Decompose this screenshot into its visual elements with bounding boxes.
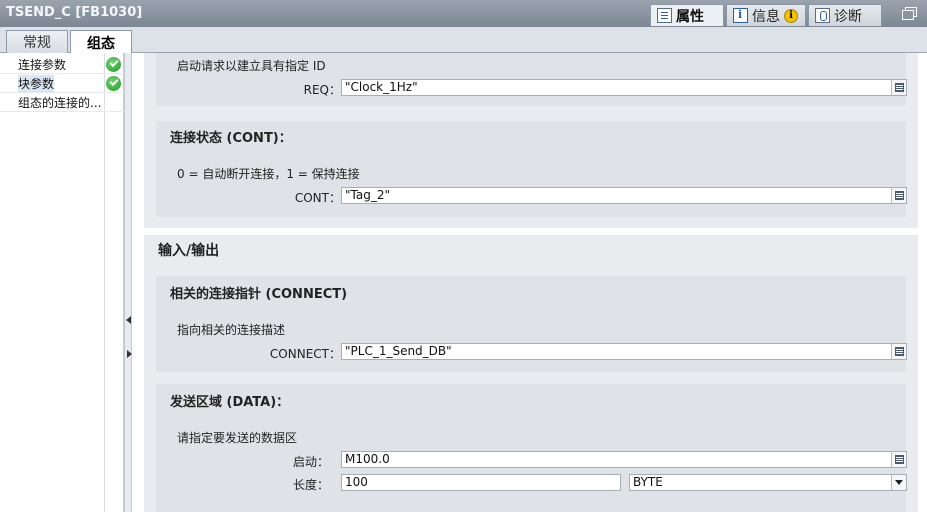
connect-description: 指向相关的连接描述 — [177, 323, 286, 337]
io-section-title: 输入/输出 — [158, 243, 220, 259]
tab-diagnostics[interactable]: 诊断 — [808, 4, 882, 26]
length-field-value: 100 — [345, 475, 368, 489]
cont-card: 连接状态 (CONT)： 0 = 自动断开连接，1 = 保持连接 CONT： "… — [156, 121, 907, 217]
nav-item-connection-params[interactable]: 连接参数 — [0, 55, 124, 74]
req-card: 启动请求以建立具有指定 ID REQ： "Clock_1Hz" — [156, 53, 907, 106]
length-field[interactable]: 100 — [341, 474, 621, 491]
req-field-value: "Clock_1Hz" — [345, 80, 418, 94]
io-panel: 输入/输出 相关的连接指针 (CONNECT) 指向相关的连接描述 CONNEC… — [144, 235, 918, 512]
cont-field[interactable]: "Tag_2" — [341, 187, 907, 204]
req-description: 启动请求以建立具有指定 ID — [177, 59, 326, 73]
tab-properties-label: 属性 — [676, 8, 704, 25]
check-ok-icon — [106, 76, 121, 91]
connect-field[interactable]: "PLC_1_Send_DB" — [341, 343, 907, 360]
diagnostics-icon — [815, 8, 830, 23]
browse-icon[interactable] — [891, 344, 906, 359]
browse-icon[interactable] — [891, 188, 906, 203]
data-title: 发送区域 (DATA)： — [170, 395, 290, 410]
start-field[interactable]: M100.0 — [341, 451, 907, 468]
info-badge-icon: i — [784, 8, 798, 23]
nav-item-label: 组态的连接的... — [18, 95, 102, 110]
tab-info[interactable]: 信息 i — [726, 4, 806, 26]
req-field[interactable]: "Clock_1Hz" — [341, 79, 907, 96]
splitter[interactable] — [124, 53, 132, 512]
chevron-down-icon[interactable] — [891, 475, 906, 490]
data-description: 请指定要发送的数据区 — [177, 431, 298, 445]
tab-configuration[interactable]: 组态 — [70, 30, 132, 54]
start-label: 启动： — [292, 455, 329, 469]
info-icon — [733, 8, 748, 23]
window-title: TSEND_C [FB1030] — [6, 5, 143, 20]
type-select-value: BYTE — [633, 475, 663, 489]
nav-item-label: 连接参数 — [18, 57, 67, 72]
nav-item-configured-connections[interactable]: 组态的连接的... — [0, 93, 124, 112]
nav-divider — [104, 53, 105, 512]
data-card: 发送区域 (DATA)： 请指定要发送的数据区 启动： M100.0 长度： 1… — [156, 384, 907, 512]
connect-card: 相关的连接指针 (CONNECT) 指向相关的连接描述 CONNECT： "PL… — [156, 276, 907, 372]
inspector-tabstrip: 常规 组态 — [0, 27, 927, 54]
tab-properties[interactable]: 属性 — [650, 4, 724, 26]
connect-field-value: "PLC_1_Send_DB" — [345, 344, 452, 358]
cont-title: 连接状态 (CONT)： — [170, 131, 292, 146]
title-bar: TSEND_C [FB1030] 属性 信息 i 诊断 — [0, 0, 927, 27]
browse-icon[interactable] — [891, 452, 906, 467]
cont-label: CONT： — [294, 191, 341, 205]
block-params-content: 启动请求以建立具有指定 ID REQ： "Clock_1Hz" 连接状态 (CO… — [132, 53, 927, 512]
cont-description: 0 = 自动断开连接，1 = 保持连接 — [177, 167, 360, 181]
properties-icon — [657, 8, 672, 23]
start-field-value: M100.0 — [345, 452, 390, 466]
tab-info-label: 信息 — [752, 8, 780, 25]
config-nav: 连接参数 块参数 组态的连接的... — [0, 53, 124, 512]
tab-diagnostics-label: 诊断 — [834, 8, 862, 25]
start-params-panel: 启动请求以建立具有指定 ID REQ： "Clock_1Hz" 连接状态 (CO… — [144, 53, 918, 228]
tab-general[interactable]: 常规 — [6, 30, 68, 53]
connect-label: CONNECT： — [269, 347, 341, 361]
nav-item-label: 块参数 — [18, 74, 55, 92]
cont-field-value: "Tag_2" — [345, 188, 390, 202]
restore-window-icon[interactable] — [902, 7, 917, 20]
browse-icon[interactable] — [891, 80, 906, 95]
req-label: REQ： — [303, 83, 341, 97]
tab-general-label: 常规 — [23, 35, 51, 51]
tab-configuration-label: 组态 — [87, 35, 115, 52]
nav-item-block-params[interactable]: 块参数 — [0, 74, 124, 93]
length-label: 长度： — [292, 478, 329, 492]
check-ok-icon — [106, 57, 121, 72]
connect-title: 相关的连接指针 (CONNECT) — [170, 287, 348, 302]
collapse-left-icon[interactable] — [126, 316, 131, 324]
type-select[interactable]: BYTE — [629, 474, 907, 491]
